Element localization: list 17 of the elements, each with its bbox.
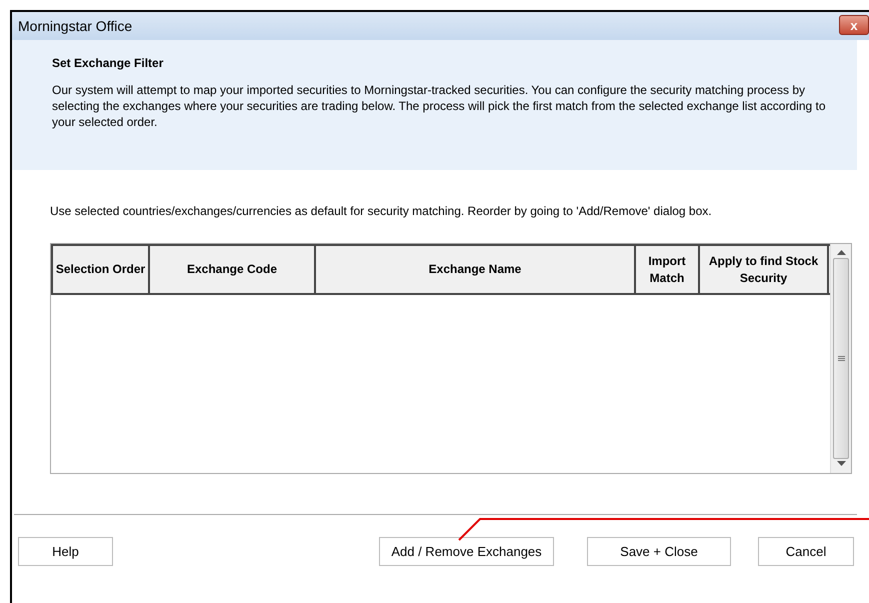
dialog-button[interactable]: Help [18, 537, 113, 566]
column-header[interactable]: Import Match [636, 246, 700, 293]
column-header[interactable]: Exchange Code [150, 246, 316, 293]
scroll-down-icon[interactable] [836, 461, 846, 467]
dialog-button[interactable]: Save + Close [587, 537, 731, 566]
dialog-button[interactable]: Add / Remove Exchanges [379, 537, 554, 566]
header-title: Set Exchange Filter [52, 56, 164, 70]
instruction-text: Use selected countries/exchanges/currencies as default for security matching. Reorder by going to 'Add/Remove' dialog box. [50, 204, 713, 218]
window-title: Morningstar Office [18, 18, 132, 34]
scrollbar[interactable] [830, 244, 851, 473]
column-header[interactable]: Exchange Name [316, 246, 636, 293]
scroll-up-icon[interactable] [836, 250, 846, 256]
column-header[interactable]: Selection Order [53, 246, 150, 293]
dialog-button[interactable]: Cancel [758, 537, 854, 566]
header-description: Our system will attempt to map your imported securities to Morningstar-tracked securities. You can configure the security matching process by selecting the exchanges where your securities are trading below. The process will pick the first match from the selected exchange list according to your selected order. [52, 82, 827, 130]
grip-icon [838, 356, 844, 362]
scroll-thumb[interactable] [833, 258, 849, 459]
